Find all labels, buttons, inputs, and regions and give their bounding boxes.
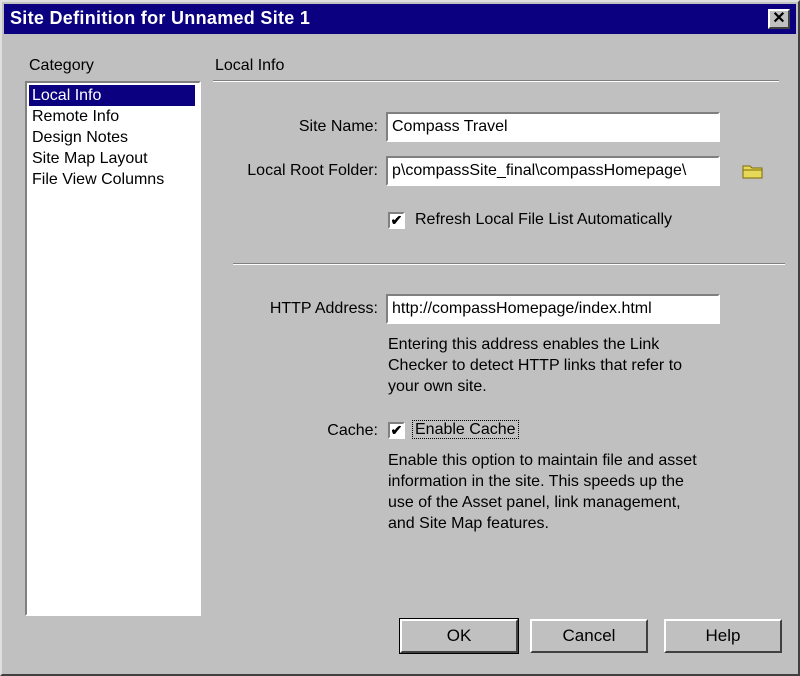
dialog-title: Site Definition for Unnamed Site 1 (10, 8, 311, 28)
local-root-folder-field[interactable] (386, 156, 720, 186)
ok-button[interactable]: OK (399, 618, 519, 654)
enable-cache-label[interactable]: Enable Cache (412, 420, 519, 439)
folder-icon[interactable] (742, 162, 764, 180)
category-heading: Category (29, 57, 94, 74)
title-bar[interactable]: Site Definition for Unnamed Site 1 ✕ (4, 4, 796, 34)
site-name-field[interactable] (386, 112, 720, 142)
cache-label: Cache: (327, 422, 378, 439)
http-address-label: HTTP Address: (269, 300, 378, 317)
close-button[interactable]: ✕ (768, 9, 790, 29)
http-address-field[interactable] (386, 294, 720, 324)
help-button[interactable]: Help (664, 619, 782, 653)
refresh-label[interactable]: Refresh Local File List Automatically (415, 211, 672, 229)
section-divider (213, 80, 779, 82)
cancel-button[interactable]: Cancel (530, 619, 648, 653)
site-name-label: Site Name: (298, 118, 378, 135)
enable-cache-checkbox[interactable]: ✔ (388, 422, 405, 439)
local-root-folder-label: Local Root Folder: (247, 162, 378, 179)
http-help-text: Entering this address enables the Link C… (388, 336, 683, 395)
cache-help-text: Enable this option to maintain file and … (388, 452, 697, 532)
refresh-checkbox[interactable]: ✔ (388, 212, 405, 229)
category-item-design-notes[interactable]: Design Notes (29, 127, 195, 148)
site-definition-dialog: Site Definition for Unnamed Site 1 ✕ Cat… (0, 0, 800, 676)
category-item-remote-info[interactable]: Remote Info (29, 106, 195, 127)
category-item-local-info[interactable]: Local Info (29, 85, 195, 106)
category-item-file-view-columns[interactable]: File View Columns (29, 169, 195, 190)
section-title: Local Info (215, 57, 285, 74)
separator (233, 263, 785, 265)
category-item-site-map-layout[interactable]: Site Map Layout (29, 148, 195, 169)
category-list[interactable]: Local Info Remote Info Design Notes Site… (25, 81, 201, 616)
